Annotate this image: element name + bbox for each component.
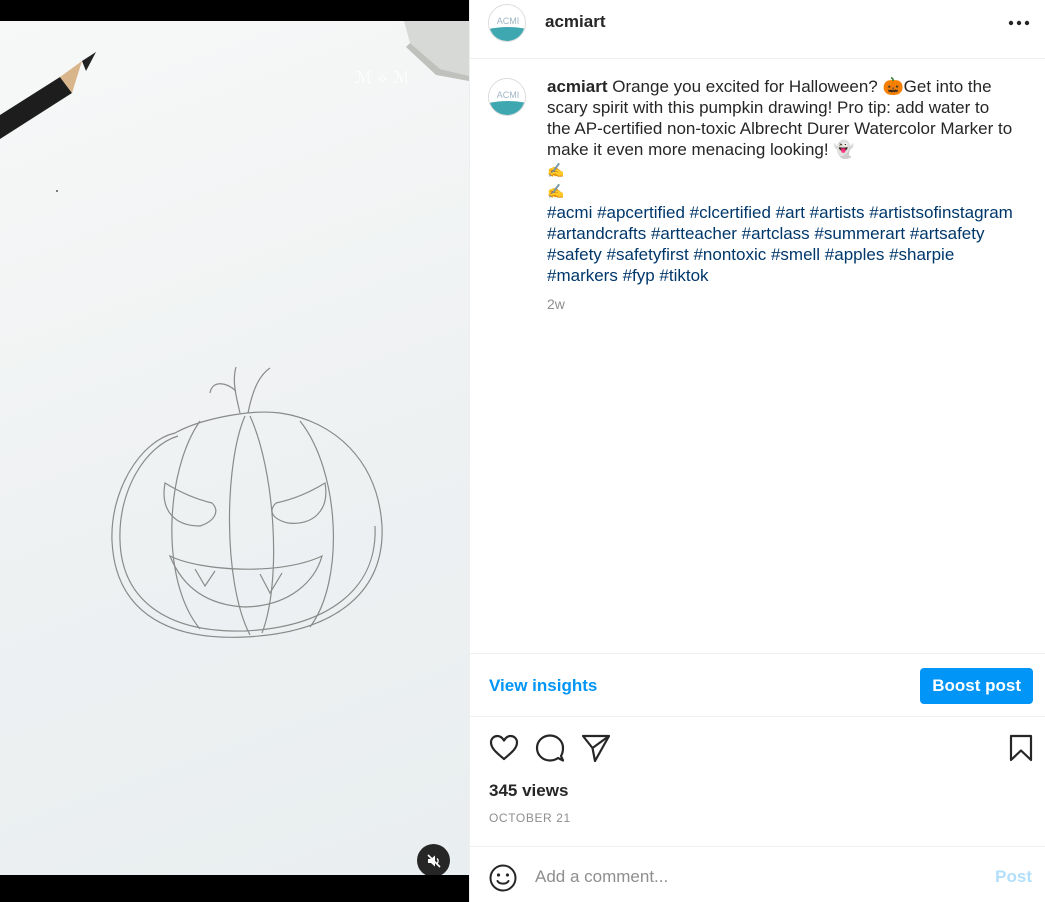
emoji-picker-button[interactable] bbox=[488, 863, 518, 893]
comment-input[interactable] bbox=[535, 863, 975, 891]
views-count[interactable]: 345 views bbox=[489, 781, 568, 801]
post-actions-bar bbox=[470, 730, 1045, 766]
view-insights-link[interactable]: View insights bbox=[489, 676, 597, 696]
caption-text-block: acmiart Orange you excited for Halloween… bbox=[547, 76, 1017, 286]
account-logo-image: ACMI bbox=[489, 79, 525, 115]
comment-button[interactable] bbox=[534, 732, 566, 764]
account-logo-image: ACMI bbox=[489, 5, 525, 41]
send-icon bbox=[581, 734, 611, 763]
comment-bar: Post bbox=[470, 846, 1045, 902]
boost-post-button[interactable]: Boost post bbox=[920, 668, 1033, 704]
post-date[interactable]: OCTOBER 21 bbox=[489, 811, 571, 825]
post-details-panel: ACMI acmiart ACMI acmiart Orange you exc… bbox=[469, 0, 1045, 902]
svg-text:ℳ ⟡ ℳ: ℳ ⟡ ℳ bbox=[355, 68, 410, 87]
video-frame[interactable]: ℳ ⟡ ℳ bbox=[0, 21, 469, 875]
pumpkin-sketch bbox=[111, 366, 383, 638]
more-options-button[interactable] bbox=[1006, 13, 1032, 33]
post-author-username[interactable]: acmiart bbox=[545, 12, 605, 32]
caption-avatar[interactable]: ACMI bbox=[488, 78, 526, 116]
post-time-ago[interactable]: 2w bbox=[547, 296, 565, 312]
more-options-icon bbox=[1008, 20, 1030, 26]
mute-toggle-button[interactable] bbox=[417, 844, 450, 875]
marker-image bbox=[404, 21, 469, 81]
like-button[interactable] bbox=[488, 732, 520, 764]
post-header: ACMI acmiart bbox=[470, 0, 1045, 59]
caption-emoji-line: ✍️ bbox=[547, 183, 565, 199]
muted-speaker-icon bbox=[426, 853, 441, 868]
svg-text:ACMI: ACMI bbox=[497, 16, 520, 26]
pumpkin-drawing-image: ℳ ⟡ ℳ bbox=[0, 21, 469, 638]
post-comment-button[interactable]: Post bbox=[995, 867, 1032, 887]
comment-icon bbox=[535, 734, 565, 762]
caption-username[interactable]: acmiart bbox=[547, 77, 607, 96]
bookmark-icon bbox=[1009, 734, 1033, 762]
avatar[interactable]: ACMI bbox=[488, 4, 526, 42]
post-media[interactable]: ℳ ⟡ ℳ bbox=[0, 0, 469, 902]
save-button[interactable] bbox=[1005, 732, 1037, 764]
caption-hashtags[interactable]: #acmi #apcertified #clcertified #art #ar… bbox=[547, 203, 1013, 285]
caption-emoji-line: ✍️ bbox=[547, 162, 565, 178]
caption-body: Orange you excited for Halloween? 🎃Get i… bbox=[547, 77, 1013, 159]
emoji-icon bbox=[489, 864, 517, 892]
heart-icon bbox=[489, 734, 519, 761]
svg-text:ACMI: ACMI bbox=[497, 90, 520, 100]
share-button[interactable] bbox=[580, 732, 612, 764]
insights-bar: View insights Boost post bbox=[470, 653, 1045, 717]
pencil-image bbox=[0, 52, 96, 139]
